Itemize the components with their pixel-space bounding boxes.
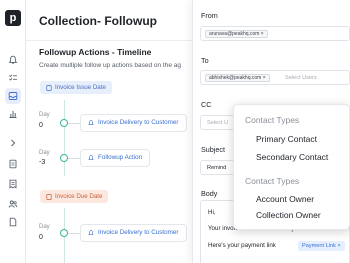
dropdown-group-header: Contact Types — [245, 115, 300, 125]
timeline-connector — [68, 233, 80, 234]
subject-value: Remind — [207, 165, 227, 171]
body-greeting: Hi, — [208, 209, 216, 216]
from-label: From — [201, 11, 218, 20]
action-card-invoice-delivery[interactable]: Invoice Delivery to Customer — [80, 114, 187, 132]
checklist-icon[interactable] — [5, 70, 21, 86]
from-chip[interactable]: arunava@peakhq.com × — [205, 30, 268, 38]
receipt-icon[interactable] — [5, 176, 21, 192]
document-icon — [46, 193, 52, 200]
action-card-invoice-delivery[interactable]: Invoice Delivery to Customer — [80, 224, 187, 242]
bell-icon[interactable] — [5, 52, 21, 68]
timeline-line — [64, 100, 65, 176]
section-subtitle: Create multiple follow up actions based … — [39, 62, 182, 69]
chevron-right-icon[interactable] — [5, 135, 21, 151]
payment-link-text: Payment Link — [302, 243, 336, 249]
sidebar: p — [0, 0, 26, 263]
dropdown-option-secondary-contact[interactable]: Secondary Contact — [256, 152, 328, 162]
trigger-label: Invoice Due Date — [55, 193, 103, 200]
to-label: To — [201, 56, 209, 65]
contact-type-dropdown: Contact Types Primary Contact Secondary … — [233, 104, 350, 230]
to-placeholder: Select Users — [285, 75, 317, 81]
dropdown-option-primary-contact[interactable]: Primary Contact — [256, 134, 317, 144]
step-day-label: Day — [39, 224, 50, 230]
to-chip[interactable]: abhishek@peakhq.com × — [205, 74, 270, 82]
to-field[interactable]: abhishek@peakhq.com × Select Users — [200, 70, 350, 85]
body-label: Body — [201, 189, 218, 198]
action-card-followup[interactable]: Followup Action — [80, 149, 151, 167]
to-chip-text: abhishek@peakhq.com — [209, 75, 262, 81]
file-icon[interactable] — [5, 214, 21, 230]
trigger-label: Invoice Issue Date — [55, 84, 106, 91]
trigger-invoice-issue-date[interactable]: Invoice Issue Date — [40, 81, 112, 94]
from-chip-text: arunava@peakhq.com — [209, 31, 260, 37]
timeline-connector — [68, 158, 80, 159]
users-icon[interactable] — [5, 196, 21, 212]
trigger-invoice-due-date[interactable]: Invoice Due Date — [40, 190, 109, 203]
step-day-label: Day — [39, 112, 50, 118]
bell-icon — [88, 120, 94, 125]
app-logo[interactable]: p — [5, 10, 21, 26]
document-icon — [46, 84, 52, 91]
subject-label: Subject — [201, 145, 225, 154]
cc-placeholder: Select U — [207, 120, 229, 126]
bell-icon — [88, 155, 94, 160]
cc-label: CC — [201, 100, 212, 109]
timeline-node — [60, 119, 68, 127]
from-field[interactable]: arunava@peakhq.com × — [200, 26, 350, 41]
bar-chart-icon[interactable] — [5, 106, 21, 122]
body-line: Here's your payment link — [208, 242, 276, 249]
step-day-value: 0 — [39, 122, 43, 129]
document-icon[interactable] — [5, 156, 21, 172]
timeline-connector — [68, 123, 80, 124]
step-day-value: -3 — [39, 159, 46, 166]
action-label: Invoice Delivery to Customer — [98, 229, 179, 236]
dropdown-option-collection-owner[interactable]: Collection Owner — [256, 210, 321, 220]
step-day-label: Day — [39, 150, 50, 156]
action-label: Invoice Delivery to Customer — [98, 119, 179, 126]
action-label: Followup Action — [98, 154, 143, 161]
bell-icon — [88, 230, 94, 235]
timeline-node — [60, 154, 68, 162]
dropdown-option-account-owner[interactable]: Account Owner — [256, 194, 314, 204]
inbox-icon[interactable] — [5, 88, 21, 104]
section-title: Followup Actions - Timeline — [39, 47, 152, 57]
page-title: Collection- Followup — [39, 14, 157, 28]
step-day-value: 0 — [39, 234, 43, 241]
timeline-node — [60, 229, 68, 237]
dropdown-group-header: Contact Types — [245, 176, 300, 186]
payment-link-chip[interactable]: Payment Link × — [298, 241, 345, 251]
